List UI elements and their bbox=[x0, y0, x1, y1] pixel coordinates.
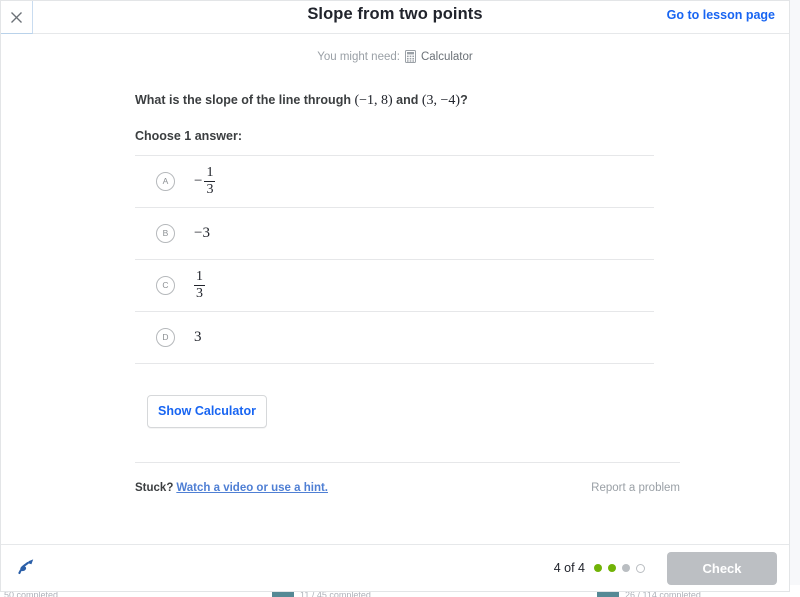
choice-value: −3 bbox=[194, 225, 210, 242]
answer-choice-c[interactable]: C 1 3 bbox=[135, 260, 654, 312]
question-point-two: (3, −4) bbox=[421, 93, 461, 108]
watch-video-or-hint-link[interactable]: Watch a video or use a hint. bbox=[176, 482, 328, 494]
calculator-icon bbox=[404, 50, 416, 63]
choice-value: 1 3 bbox=[194, 268, 205, 301]
progress-dots bbox=[594, 563, 645, 573]
question-point-one: (−1, 8) bbox=[354, 93, 393, 108]
choice-letter-bubble: D bbox=[156, 327, 175, 347]
choice-value: 3 bbox=[194, 329, 202, 346]
choose-answer-label: Choose 1 answer: bbox=[135, 128, 242, 143]
fraction: 1 3 bbox=[194, 268, 205, 301]
modal-header: Slope from two points Go to lesson page bbox=[1, 1, 789, 34]
fraction-numerator: 1 bbox=[196, 268, 203, 284]
stuck-left-group: Stuck? Watch a video or use a hint. bbox=[135, 482, 328, 494]
answer-choice-list: A − 1 3 B −3 C 1 3 D 3 bbox=[135, 154, 654, 364]
question-conjunction: and bbox=[392, 93, 422, 107]
progress-dot-2 bbox=[608, 564, 616, 572]
stuck-row: Stuck? Watch a video or use a hint. Repor… bbox=[135, 482, 680, 494]
choice-value: − 1 3 bbox=[194, 164, 216, 197]
stuck-label: Stuck? bbox=[135, 481, 174, 494]
fraction-numerator: 1 bbox=[206, 164, 214, 180]
you-might-need-bar: You might need: Calculator bbox=[1, 50, 789, 63]
answer-choice-a[interactable]: A − 1 3 bbox=[135, 156, 654, 208]
question-suffix: ? bbox=[460, 93, 468, 107]
answer-choice-d[interactable]: D 3 bbox=[135, 312, 654, 364]
choice-letter-bubble: C bbox=[156, 275, 175, 295]
exercise-screen: 50 completed 11 / 45 completed 26 / 114 … bbox=[0, 0, 800, 597]
exercise-content: What is the slope of the line through (−… bbox=[1, 91, 789, 494]
scribble-pencil-icon[interactable] bbox=[13, 555, 39, 581]
check-button[interactable]: Check bbox=[667, 551, 777, 585]
choice-letter-bubble: A bbox=[156, 171, 175, 191]
fraction-denominator: 3 bbox=[206, 181, 214, 197]
question-text: What is the slope of the line through (−… bbox=[135, 91, 655, 111]
question-prefix: What is the slope of the line through bbox=[135, 93, 355, 107]
progress-count: 4 of 4 bbox=[553, 561, 585, 575]
you-might-need-label: You might need: bbox=[317, 50, 400, 63]
fraction: 1 3 bbox=[204, 164, 216, 197]
choice-letter-bubble: B bbox=[156, 223, 175, 243]
go-to-lesson-page-link[interactable]: Go to lesson page bbox=[667, 8, 775, 22]
calculator-label[interactable]: Calculator bbox=[421, 51, 473, 63]
progress-dot-1 bbox=[594, 564, 602, 572]
exercise-modal: Slope from two points Go to lesson page … bbox=[0, 0, 790, 592]
fraction-denominator: 3 bbox=[196, 285, 203, 301]
progress-dot-4 bbox=[636, 563, 645, 573]
choice-plain-value: 3 bbox=[194, 328, 202, 345]
report-a-problem-link[interactable]: Report a problem bbox=[591, 482, 680, 494]
show-calculator-button[interactable]: Show Calculator bbox=[147, 394, 267, 428]
choice-plain-value: −3 bbox=[194, 224, 210, 241]
stuck-divider bbox=[135, 461, 680, 463]
answer-choice-b[interactable]: B −3 bbox=[135, 208, 654, 260]
progress-dot-3 bbox=[622, 564, 630, 572]
choice-sign: − bbox=[194, 172, 203, 189]
exercise-footer: 4 of 4 Check bbox=[1, 544, 789, 591]
